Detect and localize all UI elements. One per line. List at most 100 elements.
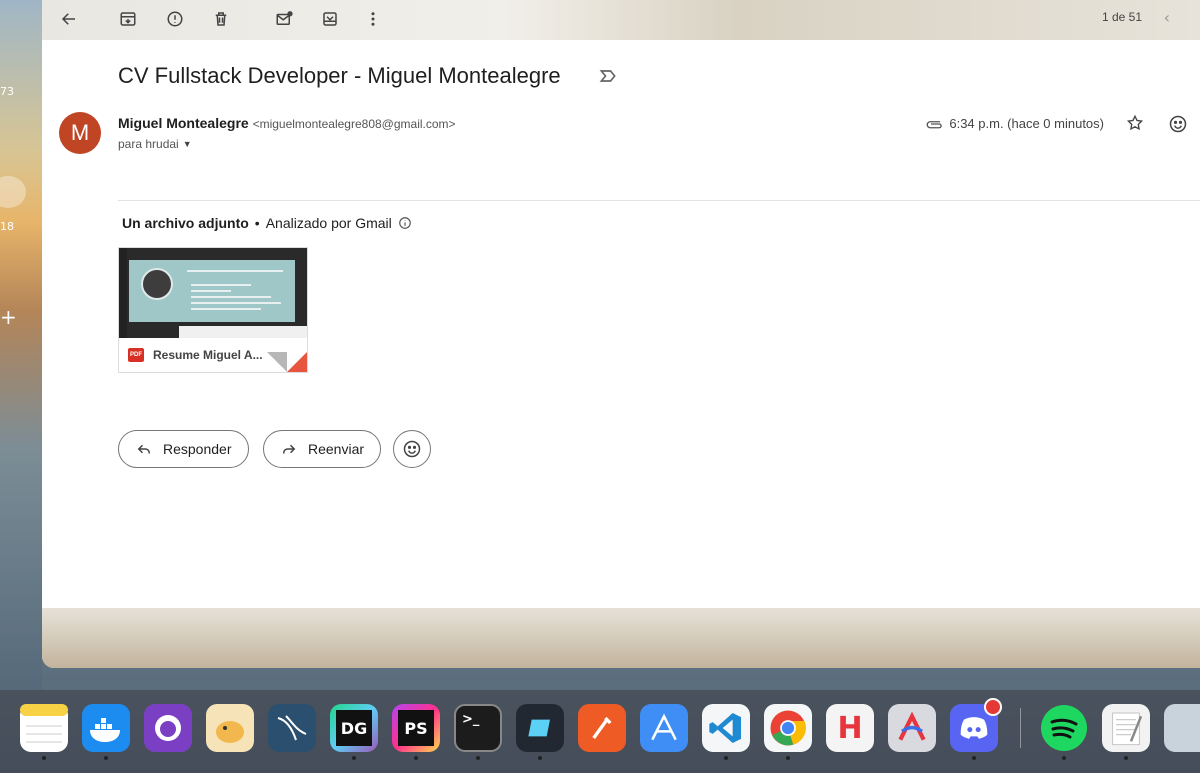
desktop-widget-number: 18	[0, 220, 14, 233]
phpstorm-label-box: PS	[398, 710, 434, 746]
tableplus-icon[interactable]	[206, 704, 254, 752]
hostinger-label: H	[837, 710, 863, 746]
dock: DG PS >_ H	[0, 690, 1200, 773]
xcode-icon[interactable]	[640, 704, 688, 752]
datagrip-label-box: DG	[336, 710, 372, 746]
datagrip-icon[interactable]: DG	[330, 704, 378, 752]
react-button[interactable]	[393, 430, 431, 468]
desktop-widget-circle	[0, 176, 26, 208]
attachment-file-name: Resume Miguel A...	[153, 348, 263, 362]
label-important-icon[interactable]	[598, 66, 618, 86]
report-spam-icon[interactable]	[163, 7, 187, 31]
thumbnail-text-line	[191, 302, 281, 304]
attachment-card[interactable]: PDF Resume Miguel A...	[118, 247, 308, 373]
running-indicator	[724, 756, 728, 760]
terminal-label: >_	[462, 712, 480, 727]
attachments-title: Un archivo adjunto	[122, 215, 249, 231]
page-count: 1 de 51	[1101, 10, 1142, 24]
spotify-icon[interactable]	[1040, 704, 1088, 752]
thumbnail-text-line	[187, 270, 283, 272]
running-indicator	[352, 756, 356, 760]
textedit-icon[interactable]	[1102, 704, 1150, 752]
add-reaction-icon[interactable]	[1168, 114, 1188, 134]
mysql-workbench-icon[interactable]	[268, 704, 316, 752]
notes-icon[interactable]	[20, 704, 68, 752]
caret-down-icon[interactable]: ▼	[183, 139, 192, 149]
email-subject: CV Fullstack Developer - Miguel Monteale…	[118, 63, 561, 88]
corner-fold-shadow	[267, 352, 287, 372]
forward-button[interactable]: Reenviar	[263, 430, 382, 468]
hostinger-icon[interactable]: H	[826, 704, 874, 752]
recipient-label: para hrudai	[118, 137, 179, 151]
thumbnail-text-line	[191, 308, 261, 310]
phpstorm-label: PS	[404, 718, 428, 738]
preview-icon[interactable]	[1164, 704, 1200, 752]
thumbnail-text-line	[191, 296, 271, 298]
pdf-icon: PDF	[128, 348, 144, 362]
running-indicator	[1124, 756, 1128, 760]
vscode-icon[interactable]	[702, 704, 750, 752]
star-icon[interactable]	[1126, 114, 1144, 132]
attachment-clip-icon	[927, 120, 943, 128]
avatar[interactable]: M	[59, 112, 101, 154]
sender-line: Miguel Montealegre <miguelmontealegre808…	[118, 115, 456, 131]
running-indicator	[972, 756, 976, 760]
running-indicator	[538, 756, 542, 760]
info-icon[interactable]	[398, 216, 412, 230]
datagrip-label: DG	[340, 718, 368, 738]
sender-email: <miguelmontealegre808@gmail.com>	[252, 117, 456, 131]
window-bottom-translucent	[42, 608, 1200, 668]
github-desktop-icon[interactable]	[144, 704, 192, 752]
thumbnail-photo	[141, 268, 173, 300]
email-meta: 6:34 p.m. (hace 0 minutos)	[925, 116, 1104, 131]
warp-icon[interactable]	[516, 704, 564, 752]
thumbnail-text-line	[191, 284, 251, 286]
dock-separator	[1020, 708, 1021, 748]
forward-icon	[283, 444, 296, 454]
running-indicator	[1062, 756, 1066, 760]
desktop-add-icon[interactable]: +	[0, 305, 17, 329]
reply-button[interactable]: Responder	[118, 430, 249, 468]
postman-icon[interactable]	[578, 704, 626, 752]
reply-label: Responder	[163, 441, 232, 457]
sender-name[interactable]: Miguel Montealegre	[118, 115, 249, 131]
finder-icon[interactable]	[0, 704, 18, 752]
archive-icon[interactable]	[116, 7, 140, 31]
chevron-left-icon[interactable]: ‹	[1164, 8, 1170, 27]
more-options-icon[interactable]	[361, 7, 385, 31]
docker-icon[interactable]	[82, 704, 130, 752]
terminal-icon[interactable]: >_	[454, 704, 502, 752]
thumbnail-text-line	[191, 290, 231, 292]
recipient-dropdown[interactable]: para hrudai ▼	[118, 137, 192, 151]
email-time: 6:34 p.m. (hace 0 minutos)	[949, 116, 1104, 131]
arc-icon[interactable]	[888, 704, 936, 752]
running-indicator	[476, 756, 480, 760]
running-indicator	[786, 756, 790, 760]
desktop-background: 73 18 +	[0, 0, 42, 690]
emoji-icon	[403, 440, 421, 458]
running-indicator	[104, 756, 108, 760]
gmail-window: 1 de 51 ‹ CV Fullstack Developer - Migue…	[42, 0, 1200, 668]
corner-fold-icon	[287, 352, 307, 372]
desktop-widget-number: 73	[0, 85, 14, 98]
divider	[118, 200, 1200, 201]
discord-icon[interactable]	[950, 698, 1002, 752]
thumbnail-body	[179, 326, 307, 338]
running-indicator	[414, 756, 418, 760]
attachments-header: Un archivo adjunto • Analizado por Gmail	[122, 215, 412, 231]
move-to-icon[interactable]	[318, 7, 342, 31]
notification-badge	[984, 698, 1002, 716]
back-arrow-icon[interactable]	[57, 7, 81, 31]
delete-icon[interactable]	[209, 7, 233, 31]
attachment-thumbnail	[119, 248, 307, 338]
forward-label: Reenviar	[308, 441, 365, 457]
reply-icon	[137, 444, 150, 454]
thumbnail-sidebar	[119, 248, 127, 338]
scanned-by-gmail: Analizado por Gmail	[265, 215, 392, 231]
phpstorm-icon[interactable]: PS	[392, 704, 440, 752]
toolbar: 1 de 51 ‹	[42, 0, 1200, 40]
separator-dot: •	[254, 215, 260, 231]
running-indicator	[42, 756, 46, 760]
mark-unread-icon[interactable]	[272, 7, 296, 31]
chrome-icon[interactable]	[764, 704, 812, 752]
